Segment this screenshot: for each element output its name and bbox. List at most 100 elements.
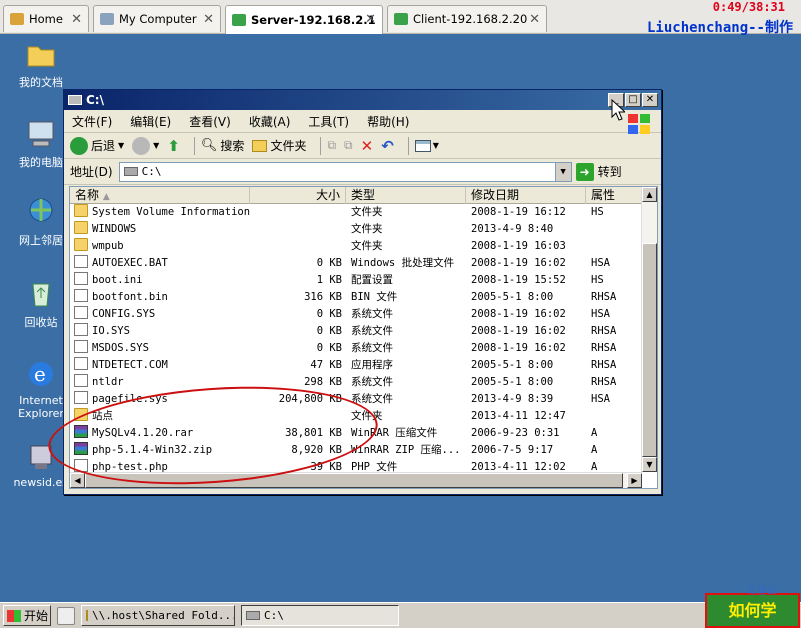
address-field[interactable]: C:\ ▼ bbox=[118, 161, 572, 182]
scroll-up-icon[interactable]: ▲ bbox=[642, 187, 657, 202]
file-name: 站点 bbox=[92, 410, 113, 422]
file-name: IO.SYS bbox=[92, 325, 130, 337]
column-type[interactable]: 类型 bbox=[346, 187, 466, 204]
file-name: ntldr bbox=[92, 376, 124, 388]
file-row[interactable]: bootfont.bin 316 KB BIN 文件 2005-5-1 8:00 RHS… bbox=[70, 289, 642, 306]
file-attributes: A bbox=[591, 444, 598, 456]
file-attributes: HSA bbox=[591, 393, 610, 405]
start-label: 开始 bbox=[24, 609, 49, 623]
column-label: 属性 bbox=[591, 188, 616, 202]
file-row[interactable]: NTDETECT.COM 47 KB 应用程序 2005-5-1 8:00 RHSA bbox=[70, 357, 642, 374]
file-date: 2008-1-19 16:03 bbox=[471, 240, 566, 252]
column-attributes[interactable]: 属性 bbox=[586, 187, 642, 204]
close-icon[interactable]: ✕ bbox=[365, 12, 376, 27]
file-date: 2008-1-19 15:52 bbox=[471, 274, 566, 286]
menu-bar: 文件(F) 编辑(E) 查看(V) 收藏(A) 工具(T) 帮助(H) bbox=[64, 110, 661, 133]
menu-help[interactable]: 帮助(H) bbox=[367, 113, 409, 130]
file-row[interactable]: wmpub 文件夹 2008-1-19 16:03 bbox=[70, 238, 642, 255]
chevron-down-icon: ▼ bbox=[432, 141, 439, 150]
tab-label: Server-192.168.2.1 bbox=[251, 13, 376, 27]
quick-launch-ie-icon[interactable] bbox=[57, 606, 75, 625]
back-button[interactable]: 后退 ▼ bbox=[70, 136, 124, 155]
forward-button[interactable]: ▼ bbox=[132, 136, 159, 155]
close-button[interactable]: ✕ bbox=[642, 93, 658, 107]
folders-button[interactable]: 文件夹 bbox=[252, 137, 306, 154]
file-row[interactable]: php-5.1.4-Win32.zip 8,920 KB WinRAR ZIP 压缩… bbox=[70, 442, 642, 459]
file-row[interactable]: ntldr 298 KB 系统文件 2005-5-1 8:00 RHSA bbox=[70, 374, 642, 391]
file-attributes: RHSA bbox=[591, 342, 617, 354]
tab-home[interactable]: Home ✕ bbox=[3, 5, 89, 32]
chevron-down-icon[interactable]: ▼ bbox=[153, 141, 159, 150]
column-header: 名称 ▲ 大小 类型 修改日期 属性 bbox=[70, 187, 642, 204]
toolbar-divider bbox=[320, 136, 322, 155]
menu-favorites[interactable]: 收藏(A) bbox=[249, 113, 291, 130]
close-icon[interactable]: ✕ bbox=[529, 12, 540, 27]
file-row[interactable]: System Volume Information 文件夹 2008-1-19 16… bbox=[70, 204, 642, 221]
taskbar-item-label: \\.host\Shared Fold... bbox=[92, 609, 235, 622]
column-name[interactable]: 名称 ▲ bbox=[70, 187, 250, 204]
up-folder-button[interactable]: ⬆ bbox=[167, 137, 180, 155]
drive-icon bbox=[68, 95, 82, 105]
maximize-button[interactable]: □ bbox=[625, 93, 641, 107]
menu-file[interactable]: 文件(F) bbox=[72, 113, 112, 130]
address-dropdown-icon[interactable]: ▼ bbox=[554, 162, 571, 181]
search-icon: 🔍︎ bbox=[200, 138, 218, 153]
file-row[interactable]: 站点 文件夹 2013-4-11 12:47 bbox=[70, 408, 642, 425]
file-row[interactable]: AUTOEXEC.BAT 0 KB Windows 批处理文件 2008-1-19 1… bbox=[70, 255, 642, 272]
horizontal-scrollbar[interactable]: ◀ ▶ bbox=[70, 472, 642, 488]
search-button[interactable]: 🔍︎ 搜索 bbox=[201, 137, 245, 154]
address-label: 地址(D) bbox=[70, 165, 113, 179]
delete-button[interactable]: ✕ bbox=[361, 137, 374, 155]
drive-icon bbox=[123, 167, 138, 176]
window-titlebar[interactable]: C:\ bbox=[64, 90, 661, 110]
move-to-button[interactable]: ⧉ bbox=[327, 138, 336, 153]
views-button[interactable]: ▼ bbox=[414, 139, 439, 152]
tab-client[interactable]: Client-192.168.2.20 ✕ bbox=[387, 5, 547, 32]
file-row[interactable]: WINDOWS 文件夹 2013-4-9 8:40 bbox=[70, 221, 642, 238]
window-title: C:\ bbox=[86, 93, 104, 107]
menu-view[interactable]: 查看(V) bbox=[189, 113, 231, 130]
column-size[interactable]: 大小 bbox=[250, 187, 346, 204]
file-size: 0 KB bbox=[316, 257, 342, 269]
taskbar-item-c-drive[interactable]: C:\ bbox=[241, 605, 399, 626]
close-icon[interactable]: ✕ bbox=[203, 12, 214, 27]
vertical-scrollbar[interactable]: ▲ ▼ bbox=[641, 187, 657, 472]
file-row[interactable]: pagefile.sys 204,800 KB 系统文件 2013-4-9 8:39 H… bbox=[70, 391, 642, 408]
scroll-left-icon[interactable]: ◀ bbox=[70, 473, 85, 488]
file-date: 2008-1-19 16:02 bbox=[471, 325, 566, 337]
copy-to-button[interactable]: ⧉ bbox=[344, 138, 353, 153]
file-row[interactable]: IO.SYS 0 KB 系统文件 2008-1-19 16:02 RHSA bbox=[70, 323, 642, 340]
taskbar-item-shared-folder[interactable]: \\.host\Shared Fold... bbox=[81, 605, 235, 626]
file-date: 2008-1-19 16:02 bbox=[471, 342, 566, 354]
tab-server[interactable]: Server-192.168.2.1 ✕ bbox=[225, 5, 383, 34]
scroll-down-icon[interactable]: ▼ bbox=[642, 457, 657, 472]
file-row[interactable]: MSDOS.SYS 0 KB 系统文件 2008-1-19 16:02 RHSA bbox=[70, 340, 642, 357]
scroll-thumb[interactable] bbox=[85, 473, 623, 488]
go-button[interactable]: ➜ 转到 bbox=[575, 162, 622, 181]
close-icon[interactable]: ✕ bbox=[71, 12, 82, 27]
file-name: pagefile.sys bbox=[92, 393, 168, 405]
file-attributes: HS bbox=[591, 206, 604, 218]
file-date: 2005-5-1 8:00 bbox=[471, 376, 554, 388]
go-label: 转到 bbox=[597, 165, 622, 179]
scroll-thumb[interactable] bbox=[642, 243, 657, 457]
application-icon bbox=[25, 440, 57, 472]
desktop-icon-my-documents[interactable]: 我的文档 bbox=[6, 38, 76, 90]
file-row[interactable]: MySQLv4.1.20.rar 38,801 KB WinRAR 压缩文件 2006… bbox=[70, 425, 642, 442]
network-icon bbox=[25, 196, 57, 228]
file-row[interactable]: boot.ini 1 KB 配置设置 2008-1-19 15:52 HS bbox=[70, 272, 642, 289]
menu-edit[interactable]: 编辑(E) bbox=[130, 113, 171, 130]
folder-icon bbox=[74, 238, 88, 251]
chevron-down-icon[interactable]: ▼ bbox=[118, 141, 124, 150]
file-row[interactable]: CONFIG.SYS 0 KB 系统文件 2008-1-19 16:02 HSA bbox=[70, 306, 642, 323]
explorer-window: C:\ _ □ ✕ 文件(F) 编辑(E) 查看(V) 收藏(A) 工具(T) … bbox=[63, 89, 662, 495]
start-button[interactable]: 开始 bbox=[3, 605, 51, 626]
file-icon bbox=[74, 391, 88, 404]
column-modified[interactable]: 修改日期 bbox=[466, 187, 586, 204]
file-size: 204,800 KB bbox=[278, 393, 342, 405]
tab-my-computer[interactable]: My Computer ✕ bbox=[93, 5, 221, 32]
scroll-right-icon[interactable]: ▶ bbox=[627, 473, 642, 488]
delete-x-icon: ✕ bbox=[360, 136, 374, 155]
undo-button[interactable]: ↶ bbox=[381, 137, 394, 155]
menu-tools[interactable]: 工具(T) bbox=[308, 113, 349, 130]
